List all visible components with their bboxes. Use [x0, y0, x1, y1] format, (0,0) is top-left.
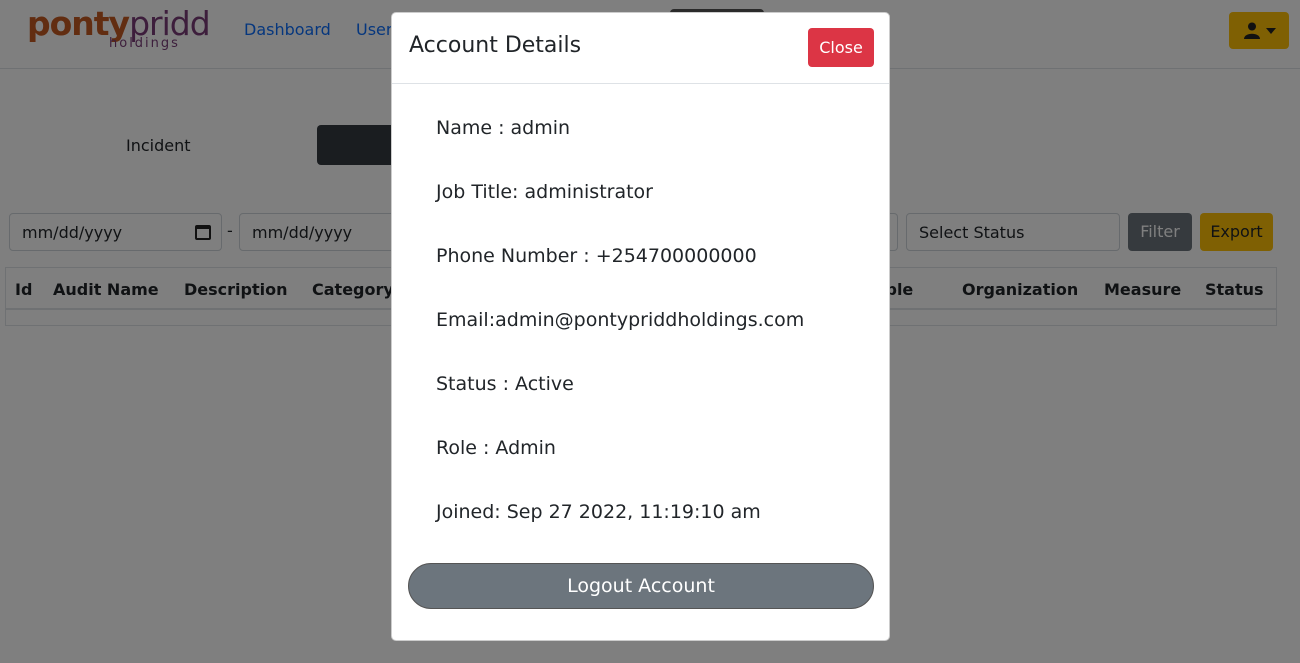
account-name: Name : admin — [436, 117, 571, 139]
account-role: Role : Admin — [436, 437, 556, 459]
account-phone: Phone Number : +254700000000 — [436, 245, 757, 267]
logout-button[interactable]: Logout Account — [408, 563, 874, 609]
modal-title: Account Details — [409, 33, 582, 58]
account-status: Status : Active — [436, 373, 574, 395]
close-button[interactable]: Close — [808, 28, 874, 67]
account-email: Email:admin@pontypriddholdings.com — [436, 309, 805, 331]
account-job-title: Job Title: administrator — [436, 181, 653, 203]
account-details-modal: Account Details Close Name : admin Job T… — [391, 12, 890, 641]
modal-header: Account Details Close — [392, 13, 889, 84]
account-joined-date: Joined: Sep 27 2022, 11:19:10 am — [436, 501, 761, 523]
